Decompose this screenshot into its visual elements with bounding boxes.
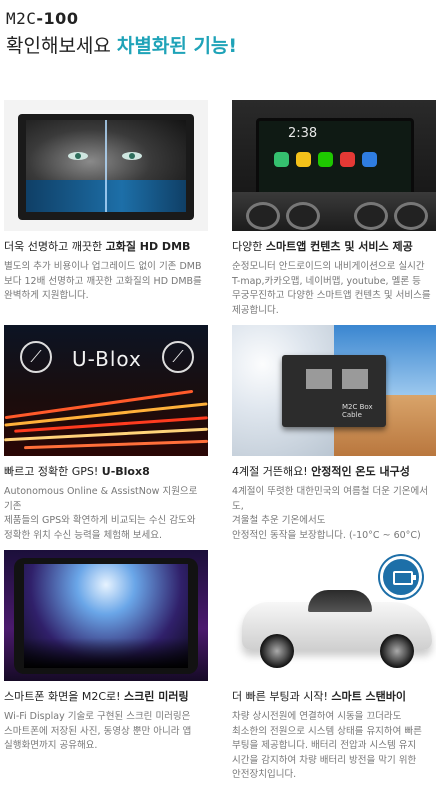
feature-title: 스마트폰 화면을 M2C로! 스크린 미러링 — [4, 690, 189, 703]
feature-description: 차량 상시전원에 연결하여 시동을 끄더라도 최소한의 전원으로 시스템 상태를… — [232, 711, 422, 780]
satellite-icon: ⟋ — [20, 341, 52, 373]
ublox-label: U-Blox — [72, 347, 142, 371]
brand-logo: M2C-100 — [6, 8, 436, 30]
temperature-image: M2C Box Cable — [232, 325, 436, 456]
headline: 확인해보세요 차별화된 기능! — [6, 32, 436, 60]
gps-image: ⟋ U-Blox ⟋ — [4, 325, 208, 456]
model-number: -100 — [36, 9, 79, 28]
feature-title: 다양한 스마트앱 컨텐츠 및 서비스 제공 — [232, 240, 413, 253]
feature-description: 별도의 추가 비용이나 업그레이드 없이 기존 DMB 보다 12배 선명하고 … — [4, 261, 202, 301]
smart-standby-image — [232, 550, 436, 681]
feature-description: Wi-Fi Display 기술로 구현된 스크린 미러링은 스마트폰에 저장된… — [4, 711, 192, 751]
feature-title: 더욱 선명하고 깨끗한 고화질 HD DMB — [4, 240, 191, 253]
battery-icon — [393, 571, 416, 585]
brand-name: M2C — [6, 9, 37, 28]
feature-title: 4계절 거뜬해요! 안정적인 온도 내구성 — [232, 465, 410, 478]
feature-description: 4계절이 뚜렷한 대한민국의 여름철 더운 기온에서도, 겨울철 추운 기온에서… — [232, 486, 428, 541]
feature-card-smart-standby: 더 빠른 부팅과 시작! 스마트 스탠바이 차량 상시전원에 연결하여 시동을 … — [232, 550, 436, 783]
headline-prefix: 확인해보세요 — [6, 35, 117, 57]
satellite-icon: ⟋ — [162, 341, 194, 373]
feature-card-hd-dmb: 더욱 선명하고 깨끗한 고화질 HD DMB 별도의 추가 비용이나 업그레이드… — [4, 100, 208, 304]
header: M2C-100 확인해보세요 차별화된 기능! — [6, 8, 436, 60]
feature-description: Autonomous Online & AssistNow 지원으로 기존 제품… — [4, 486, 198, 541]
battery-badge — [380, 556, 422, 598]
feature-title: 더 빠른 부팅과 시작! 스마트 스탠바이 — [232, 690, 407, 703]
feature-card-temperature: M2C Box Cable 4계절 거뜬해요! 안정적인 온도 내구성 4계절이… — [232, 325, 436, 543]
screen-clock: 2:38 — [288, 126, 318, 141]
feature-card-mirroring: 스마트폰 화면을 M2C로! 스크린 미러링 Wi-Fi Display 기술로… — [4, 550, 208, 754]
hd-dmb-image — [4, 100, 208, 231]
smart-apps-image: 2:38 — [232, 100, 436, 231]
feature-description: 순정모니터 안드로이드의 내비게이션으로 실시간 T-map,카카오맵, 네이버… — [232, 261, 431, 316]
feature-card-gps: ⟋ U-Blox ⟋ 빠르고 정확한 GPS! U-Blox8 Autonomo… — [4, 325, 208, 543]
headline-accent: 차별화된 기능! — [116, 35, 238, 57]
feature-title: 빠르고 정확한 GPS! U-Blox8 — [4, 465, 150, 478]
feature-card-smart-apps: 2:38 다양한 스마트앱 컨텐츠 및 서비스 제공 순정모니터 안드로이드의 … — [232, 100, 436, 318]
device-box: M2C Box Cable — [282, 355, 386, 427]
mirroring-image — [4, 550, 208, 681]
